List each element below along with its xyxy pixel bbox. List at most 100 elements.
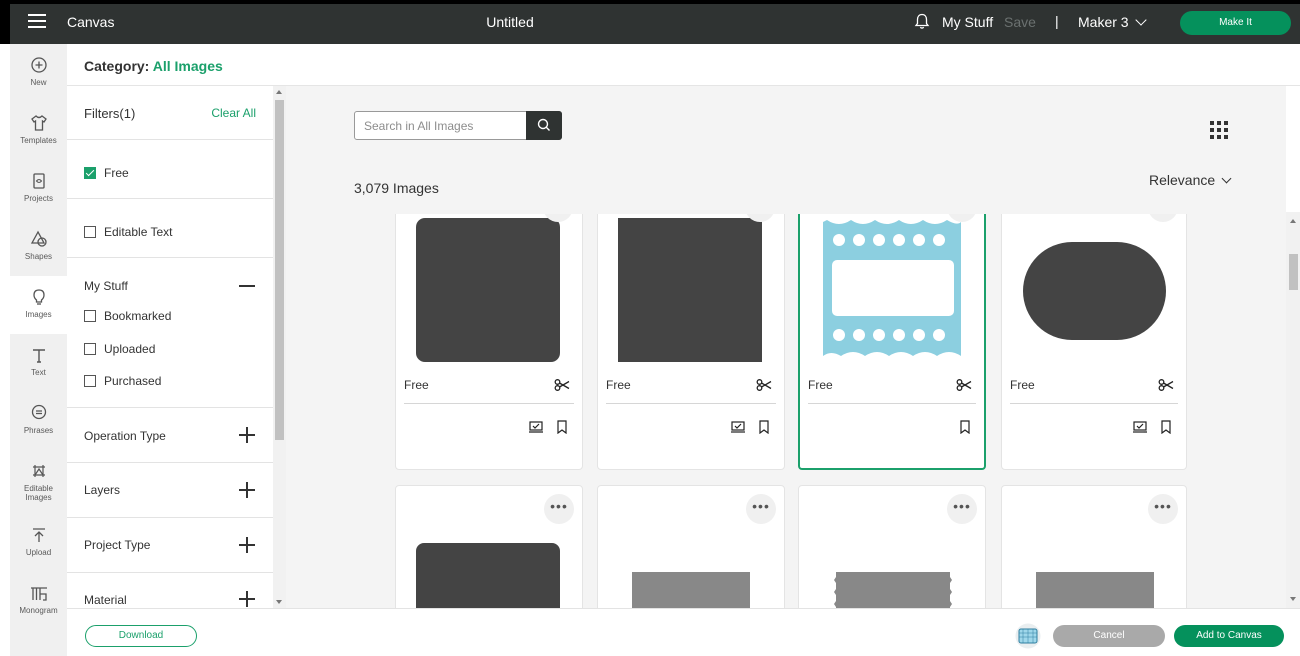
checkbox[interactable] <box>84 343 96 355</box>
more-options-button[interactable]: ••• <box>947 494 977 524</box>
collapse-icon[interactable] <box>239 285 255 287</box>
scroll-up-arrow[interactable] <box>1290 219 1296 223</box>
scroll-up-arrow[interactable] <box>276 90 282 94</box>
image-thumbnail <box>618 218 762 362</box>
bookmark-icon[interactable] <box>959 420 971 434</box>
results-scrollbar[interactable] <box>1286 212 1300 608</box>
more-options-button[interactable]: ••• <box>544 494 574 524</box>
filter-purchased[interactable]: Purchased <box>84 374 161 388</box>
shapes-icon <box>30 230 47 247</box>
image-card[interactable]: ••• <box>798 485 986 608</box>
cut-ready-icon[interactable] <box>529 421 543 433</box>
upload-icon <box>32 528 45 542</box>
rail-label: Shapes <box>24 252 53 261</box>
cancel-button[interactable]: Cancel <box>1053 625 1165 647</box>
search-button[interactable] <box>526 111 562 140</box>
window-edge <box>0 0 1300 4</box>
category-value[interactable]: All Images <box>153 58 223 74</box>
chevron-down-icon <box>1221 173 1232 184</box>
image-thumbnail <box>416 218 560 362</box>
save-button[interactable]: Save <box>1004 14 1036 30</box>
document-title[interactable]: Untitled <box>0 14 1020 30</box>
image-card[interactable]: ••• <box>395 485 583 608</box>
rail-item-upload[interactable]: Upload <box>10 514 67 572</box>
scroll-down-arrow[interactable] <box>1290 597 1296 601</box>
rail-item-projects[interactable]: Projects <box>10 160 67 218</box>
mat-preview-icon[interactable] <box>1013 623 1043 649</box>
filter-editable-text[interactable]: Editable Text <box>84 225 173 239</box>
image-card[interactable]: ••• <box>1001 485 1187 608</box>
price-label: Free <box>404 378 429 392</box>
scroll-down-arrow[interactable] <box>276 600 282 604</box>
grid-view-icon[interactable] <box>1210 121 1230 141</box>
bookmark-icon[interactable] <box>556 420 568 434</box>
divider <box>67 517 273 518</box>
rail-item-editable-images[interactable]: Editable Images <box>10 450 67 514</box>
rail-item-shapes[interactable]: Shapes <box>10 218 67 276</box>
image-card-selected[interactable]: Free <box>798 214 986 470</box>
cut-ready-icon[interactable] <box>1133 421 1147 433</box>
section-layers[interactable]: Layers <box>84 483 120 497</box>
footer-bar: Download Cancel Add to Canvas <box>67 608 1300 656</box>
editable-image-icon <box>32 465 45 477</box>
filter-scrollbar[interactable] <box>273 86 286 608</box>
rail-label: Templates <box>20 136 57 145</box>
checkbox-checked[interactable] <box>84 167 96 179</box>
filter-uploaded[interactable]: Uploaded <box>84 342 155 356</box>
more-options-button[interactable]: ••• <box>1148 494 1178 524</box>
download-button[interactable]: Download <box>85 625 197 647</box>
search-box <box>354 111 562 140</box>
search-icon <box>537 118 550 131</box>
divider <box>404 403 574 404</box>
filters-title: Filters(1) <box>84 106 136 121</box>
left-rail: New Templates Projects Shapes Images Tex… <box>10 44 67 656</box>
chevron-down-icon <box>1134 14 1147 26</box>
section-operation-type[interactable]: Operation Type <box>84 429 166 443</box>
checkbox[interactable] <box>84 310 96 322</box>
machine-selector[interactable]: Maker 3 <box>1078 14 1147 30</box>
add-to-canvas-button[interactable]: Add to Canvas <box>1174 625 1284 647</box>
cut-ready-icon[interactable] <box>731 421 745 433</box>
rail-item-text[interactable]: Text <box>10 334 67 392</box>
section-material[interactable]: Material <box>84 593 127 607</box>
expand-icon[interactable] <box>239 427 255 443</box>
price-label: Free <box>1010 378 1035 392</box>
image-card[interactable]: Free <box>1001 214 1187 470</box>
search-input[interactable] <box>355 112 527 139</box>
bell-icon[interactable] <box>914 13 930 30</box>
make-it-button[interactable]: Make It <box>1180 11 1291 35</box>
category-title: Category: All Images <box>84 58 223 74</box>
divider <box>67 407 273 408</box>
rail-item-phrases[interactable]: Phrases <box>10 392 67 450</box>
image-thumbnail <box>1023 242 1166 340</box>
sort-dropdown[interactable]: Relevance <box>1149 172 1232 188</box>
image-card[interactable]: Free <box>395 214 583 470</box>
image-card[interactable]: ••• <box>597 485 785 608</box>
more-options-button[interactable]: ••• <box>746 494 776 524</box>
category-header: Category: All Images <box>67 44 1300 86</box>
rail-item-new[interactable]: New <box>10 44 67 102</box>
image-thumbnail <box>632 572 750 608</box>
bookmark-icon[interactable] <box>758 420 770 434</box>
image-grid: Free Free Free Free ••• ••• ••• ••• <box>286 214 1286 608</box>
filter-free[interactable]: Free <box>84 166 129 180</box>
expand-icon[interactable] <box>239 537 255 553</box>
rail-item-monogram[interactable]: Monogram <box>10 572 67 630</box>
my-stuff-link[interactable]: My Stuff <box>942 14 993 30</box>
checkbox[interactable] <box>84 226 96 238</box>
image-card[interactable]: Free <box>597 214 785 470</box>
results-area: 3,079 Images Relevance Free Free <box>286 86 1286 608</box>
scroll-thumb[interactable] <box>275 100 284 440</box>
expand-icon[interactable] <box>239 591 255 607</box>
rail-item-templates[interactable]: Templates <box>10 102 67 160</box>
filter-bookmarked[interactable]: Bookmarked <box>84 309 171 323</box>
section-project-type[interactable]: Project Type <box>84 538 150 552</box>
scroll-thumb[interactable] <box>1289 254 1298 290</box>
bookmark-icon[interactable] <box>1160 420 1172 434</box>
price-label: Free <box>606 378 631 392</box>
checkbox[interactable] <box>84 375 96 387</box>
clear-all-link[interactable]: Clear All <box>211 106 256 120</box>
divider <box>1010 403 1178 404</box>
rail-item-images[interactable]: Images <box>10 276 67 334</box>
expand-icon[interactable] <box>239 482 255 498</box>
